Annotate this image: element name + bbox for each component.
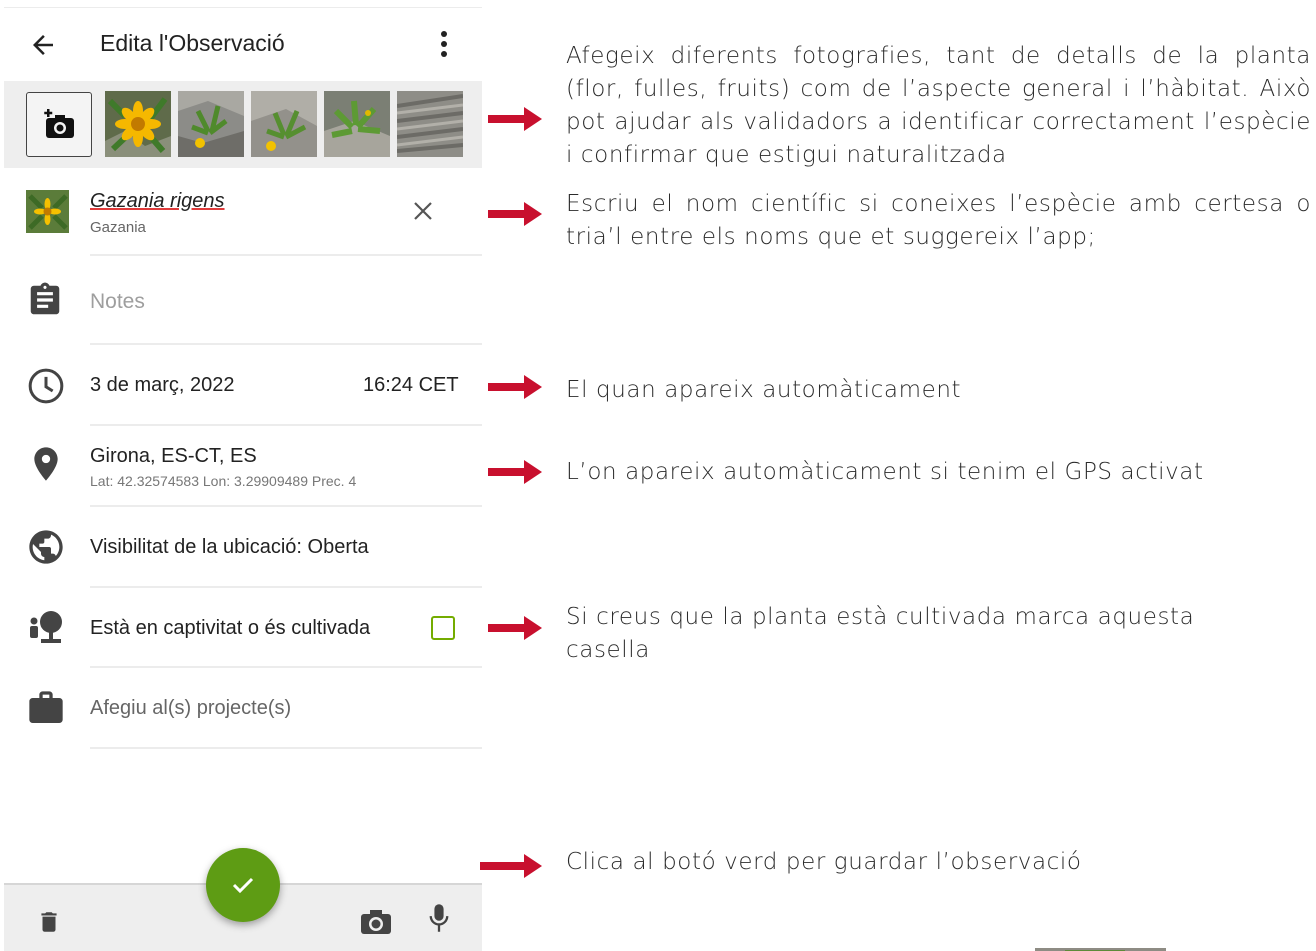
phone-screen: Edita l'Observació Gazania rigens Gazani… — [4, 0, 482, 951]
photo-thumbnail[interactable] — [324, 91, 390, 157]
location-name[interactable]: Girona, ES-CT, ES — [90, 445, 257, 468]
location-coordinates: Lat: 42.32574583 Lon: 3.29909489 Prec. 4 — [90, 473, 357, 489]
close-icon[interactable] — [412, 200, 434, 222]
page-title: Edita l'Observació — [100, 30, 285, 56]
annotation-location: L’on apareix automàticament si tenim el … — [566, 459, 1204, 485]
clipboard-icon — [30, 282, 60, 315]
photo-thumbnail[interactable] — [397, 91, 463, 157]
arrow-right-icon — [488, 460, 542, 484]
photo-thumbnail[interactable] — [178, 91, 244, 157]
species-common-name: Gazania — [90, 219, 146, 236]
annotation-captive: Si creus que la planta està cultivada ma… — [566, 604, 1195, 663]
arrow-right-icon — [480, 854, 542, 878]
divider — [90, 505, 482, 507]
photo-thumbnail[interactable] — [251, 91, 317, 157]
clock-icon — [28, 368, 64, 404]
plant-photo-3 — [251, 91, 317, 157]
arrow-right-icon — [488, 616, 542, 640]
annotation-species: Escriu el nom científic si coneixes l’es… — [566, 191, 1311, 250]
cropped-photo — [1035, 943, 1166, 951]
observation-date[interactable]: 3 de març, 2022 — [90, 374, 235, 397]
globe-icon — [29, 530, 63, 564]
divider — [90, 666, 482, 668]
species-photo — [26, 190, 69, 233]
tree-person-icon — [30, 611, 62, 643]
annotation-date: El quan apareix automàticament — [566, 377, 962, 403]
photo-thumbnail[interactable] — [105, 91, 171, 157]
flower-photo-1 — [105, 91, 171, 157]
plant-photo-4 — [324, 91, 390, 157]
microphone-icon[interactable] — [428, 901, 450, 935]
divider — [90, 343, 482, 345]
divider — [90, 424, 482, 426]
annotation-save: Clica al botó verd per guardar l’observa… — [566, 849, 1082, 875]
annotation-photos: Afegeix diferents fotografies, tant de d… — [566, 43, 1311, 168]
briefcase-icon — [29, 691, 63, 723]
plant-photo-2 — [178, 91, 244, 157]
photo-strip — [4, 81, 482, 168]
captive-label: Està en captivitat o és cultivada — [90, 617, 371, 639]
app-bar: Edita l'Observació — [4, 16, 482, 76]
trash-icon[interactable] — [36, 905, 62, 939]
divider — [90, 254, 482, 256]
arrow-right-icon — [488, 202, 542, 226]
camera-icon[interactable] — [360, 909, 392, 935]
species-thumbnail-icon — [26, 190, 69, 233]
location-visibility[interactable]: Visibilitat de la ubicació: Oberta — [90, 536, 369, 559]
species-scientific-name[interactable]: Gazania rigens — [90, 190, 225, 213]
observation-time[interactable]: 16:24 CET — [363, 374, 459, 397]
divider — [90, 586, 482, 588]
notes-input[interactable]: Notes — [90, 290, 145, 314]
add-projects-field[interactable]: Afegiu al(s) projecte(s) — [90, 697, 291, 720]
arrow-right-icon — [488, 375, 542, 399]
arrow-left-icon[interactable] — [28, 30, 58, 60]
more-vertical-icon[interactable] — [434, 28, 454, 60]
arrow-right-icon — [488, 107, 542, 131]
top-divider — [4, 7, 482, 8]
check-icon — [232, 877, 254, 894]
save-observation-button[interactable] — [206, 848, 280, 922]
add-photo-camera-icon — [44, 109, 74, 138]
add-photo-button[interactable] — [26, 92, 92, 157]
location-pin-icon — [34, 447, 58, 481]
captive-checkbox[interactable] — [431, 616, 455, 640]
rock-photo-5 — [397, 91, 463, 157]
divider — [90, 747, 482, 749]
